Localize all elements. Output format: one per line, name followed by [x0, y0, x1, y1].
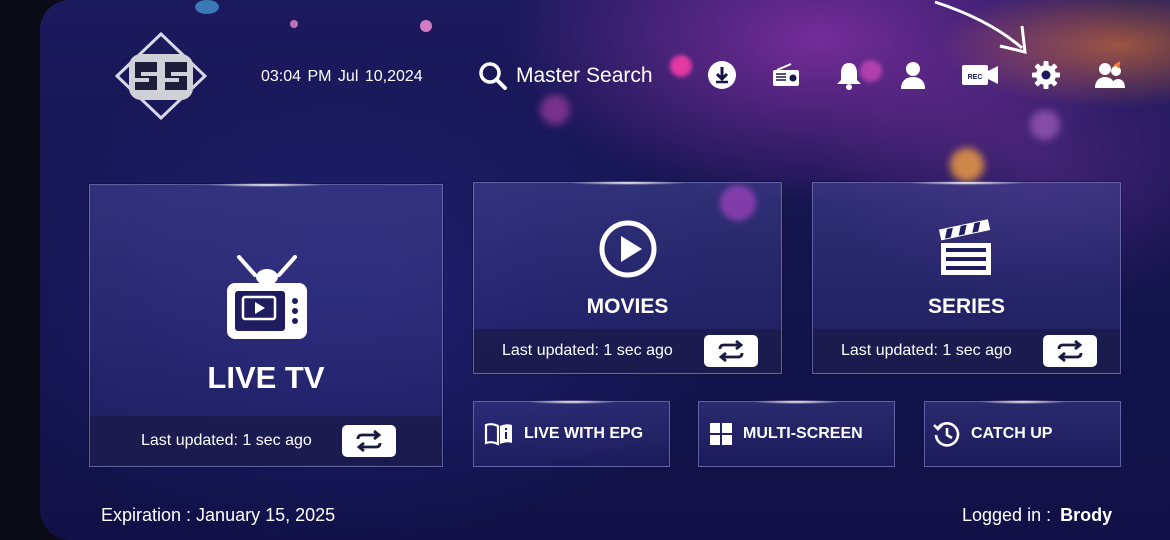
- bokeh-light: [290, 20, 298, 28]
- username: Brody: [1060, 505, 1113, 525]
- profile-button[interactable]: [896, 58, 930, 92]
- movies-title: MOVIES: [586, 295, 669, 318]
- bokeh-light: [1030, 110, 1060, 140]
- refresh-icon: [1057, 340, 1083, 362]
- bokeh-light: [540, 95, 570, 125]
- play-circle-icon: [599, 220, 657, 278]
- series-footer: Last updated: 1 sec ago: [813, 329, 1120, 373]
- notifications-button[interactable]: [832, 58, 866, 92]
- tile-highlight: [526, 400, 617, 404]
- bokeh-light: [670, 55, 692, 77]
- live-tv-refresh-button[interactable]: [342, 425, 396, 457]
- bell-icon: [837, 63, 861, 90]
- live-tv-footer: Last updated: 1 sec ago: [90, 416, 442, 466]
- download-icon: [708, 61, 736, 89]
- bokeh-light: [950, 148, 984, 182]
- switch-user-button[interactable]: [1093, 58, 1127, 92]
- app-logo: [114, 31, 208, 121]
- movies-last-updated: Last updated: 1 sec ago: [502, 342, 673, 359]
- gear-icon: [1032, 61, 1060, 89]
- search-icon: [479, 62, 507, 90]
- rec-icon: REC: [962, 65, 998, 85]
- master-search-button[interactable]: Master Search: [478, 60, 653, 92]
- clapperboard-icon: [938, 219, 991, 275]
- radio-button[interactable]: [769, 58, 803, 92]
- logged-in-status: Logged in : Brody: [962, 505, 1112, 526]
- series-tile[interactable]: SERIES Last updated: 1 sec ago: [812, 181, 1121, 374]
- history-icon: [933, 422, 960, 447]
- movies-footer: Last updated: 1 sec ago: [474, 329, 781, 373]
- bokeh-light: [195, 0, 219, 14]
- catch-up-button[interactable]: CATCH UP: [924, 400, 1121, 467]
- expiration-text: Expiration : January 15, 2025: [101, 505, 336, 525]
- master-search-label: Master Search: [516, 64, 653, 87]
- series-last-updated: Last updated: 1 sec ago: [841, 342, 1012, 359]
- settings-button[interactable]: [1029, 58, 1063, 92]
- datetime: 03:04 PM Jul 10,2024: [261, 68, 423, 85]
- series-refresh-button[interactable]: [1043, 335, 1097, 367]
- multi-screen-label: MULTI-SCREEN: [743, 425, 863, 442]
- bokeh-light: [420, 20, 432, 32]
- movies-refresh-button[interactable]: [704, 335, 758, 367]
- refresh-icon: [356, 430, 382, 452]
- tile-highlight: [751, 400, 842, 404]
- tile-highlight: [977, 400, 1068, 404]
- download-button[interactable]: [705, 58, 739, 92]
- user-icon: [901, 62, 925, 89]
- tile-highlight: [906, 181, 1027, 185]
- radio-icon: [773, 63, 799, 86]
- grid-icon: [710, 423, 732, 445]
- arrow-annotation: [934, 0, 1027, 54]
- book-info-icon: [484, 423, 512, 446]
- switch-user-icon: [1095, 60, 1125, 88]
- live-tv-tile[interactable]: LIVE TV Last updated: 1 sec ago: [89, 183, 443, 467]
- multi-screen-button[interactable]: MULTI-SCREEN: [698, 400, 895, 467]
- live-tv-title: LIVE TV: [207, 360, 325, 395]
- rec-label: REC: [968, 74, 983, 81]
- series-title: SERIES: [927, 295, 1006, 318]
- logged-in-label: Logged in :: [962, 505, 1052, 525]
- recordings-button[interactable]: REC: [961, 58, 999, 92]
- tile-highlight: [206, 183, 326, 187]
- refresh-icon: [718, 340, 744, 362]
- live-tv-last-updated: Last updated: 1 sec ago: [141, 432, 312, 449]
- live-with-epg-label: LIVE WITH EPG: [524, 425, 644, 442]
- tile-highlight: [567, 181, 688, 185]
- movies-tile[interactable]: MOVIES Last updated: 1 sec ago: [473, 181, 782, 374]
- live-with-epg-button[interactable]: LIVE WITH EPG: [473, 400, 670, 467]
- tv-icon: [227, 255, 307, 339]
- catch-up-label: CATCH UP: [971, 425, 1053, 442]
